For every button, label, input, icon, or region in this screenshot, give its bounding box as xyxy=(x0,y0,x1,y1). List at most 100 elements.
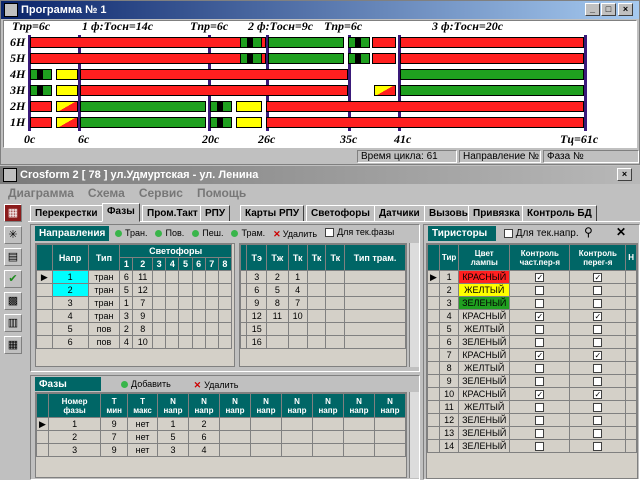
svetofor-cell[interactable]: 11 xyxy=(132,270,154,284)
tram-cell[interactable]: 8 xyxy=(266,296,289,310)
partial-control-checkbox[interactable] xyxy=(509,439,571,453)
svetofor-cell[interactable] xyxy=(178,270,193,284)
table-row[interactable]: 12 11 10 xyxy=(239,309,406,323)
phase-cell[interactable]: 4 xyxy=(187,443,220,457)
program-titlebar[interactable]: Программа № 1 _ □ × xyxy=(1,1,639,19)
table-row[interactable]: 12 ЗЕЛЕНЫЙ xyxy=(427,413,637,427)
partial-control-checkbox[interactable] xyxy=(509,283,571,297)
direction-number[interactable]: 5 xyxy=(51,322,89,336)
phase-cell[interactable]: 5 xyxy=(156,430,189,444)
table-row[interactable]: 5 ЖЕЛТЫЙ xyxy=(427,322,637,336)
tram-cell[interactable] xyxy=(266,322,289,336)
svetofor-cell[interactable] xyxy=(152,296,167,310)
svetofor-cell[interactable] xyxy=(178,322,193,336)
svetofor-cell[interactable] xyxy=(217,309,233,323)
partial-control-checkbox[interactable]: ✓ xyxy=(509,387,571,401)
phase-cell[interactable] xyxy=(280,443,313,457)
direction-type[interactable]: тран xyxy=(87,296,121,310)
table-row[interactable]: 7 КРАСНЫЙ ✓ ✓ xyxy=(427,348,637,362)
lamp-color[interactable]: КРАСНЫЙ xyxy=(458,348,511,362)
close-icon[interactable]: ✕ xyxy=(616,225,626,239)
svetofor-cell[interactable] xyxy=(217,335,233,349)
table-row[interactable]: 321 xyxy=(239,270,406,284)
direction-action-button[interactable]: Трам. xyxy=(231,228,265,238)
crosform-titlebar[interactable]: Crosform 2 [ 78 ] ул.Удмуртская - ул. Ле… xyxy=(0,166,640,184)
tram-cell[interactable] xyxy=(325,309,346,323)
tram-cell[interactable] xyxy=(306,270,327,284)
svetofor-cell[interactable]: 5 xyxy=(119,283,134,297)
overload-control-checkbox[interactable]: ✓ xyxy=(569,387,627,401)
partial-control-checkbox[interactable] xyxy=(509,322,571,336)
phase-cell[interactable]: 3 xyxy=(47,443,102,457)
lamp-color[interactable]: ЖЕЛТЫЙ xyxy=(458,361,511,375)
phase-cell[interactable] xyxy=(311,417,344,431)
phase-cell[interactable]: 1 xyxy=(156,417,189,431)
svetofor-cell[interactable]: 9 xyxy=(132,309,154,323)
lamp-color[interactable]: ЗЕЛЕНЫЙ xyxy=(458,335,511,349)
overload-control-checkbox[interactable] xyxy=(569,361,627,375)
direction-action-button[interactable]: Тран. xyxy=(115,228,147,238)
phase-cell[interactable] xyxy=(373,443,407,457)
table-row[interactable]: 3 тран 1 7 xyxy=(36,296,233,310)
phase-cell[interactable] xyxy=(280,430,313,444)
crosshair-icon[interactable]: ✳ xyxy=(4,226,22,244)
overload-control-checkbox[interactable] xyxy=(569,296,627,310)
svetofor-cell[interactable] xyxy=(152,283,167,297)
phase-cell[interactable] xyxy=(373,430,407,444)
direction-type[interactable]: тран xyxy=(87,309,121,323)
partial-control-checkbox[interactable]: ✓ xyxy=(509,270,571,284)
svetofor-cell[interactable] xyxy=(204,322,219,336)
overload-control-checkbox[interactable] xyxy=(569,283,627,297)
tram-cell[interactable] xyxy=(306,296,327,310)
overload-control-checkbox[interactable]: ✓ xyxy=(569,348,627,362)
tram-cell[interactable] xyxy=(287,322,308,336)
svetofor-cell[interactable] xyxy=(191,283,206,297)
svetofor-cell[interactable] xyxy=(191,309,206,323)
tram-cell[interactable]: 9 xyxy=(246,296,268,310)
direction-number[interactable]: 6 xyxy=(51,335,89,349)
tram-cell[interactable]: 12 xyxy=(246,309,268,323)
current-direction-checkbox[interactable] xyxy=(504,228,513,238)
svetofor-cell[interactable] xyxy=(152,335,167,349)
table-row[interactable]: ▶ 1 тран 6 11 xyxy=(36,270,233,284)
table-row[interactable]: ▶ 1 КРАСНЫЙ ✓ ✓ xyxy=(427,270,637,284)
menu-item[interactable]: Помощь xyxy=(197,186,246,200)
svetofor-cell[interactable] xyxy=(204,283,219,297)
phase-cell[interactable]: 1 xyxy=(47,417,102,431)
tram-cell[interactable] xyxy=(344,335,406,349)
table-row[interactable]: 2 7 нет 5 6 xyxy=(36,430,407,444)
tab[interactable]: РПУ xyxy=(200,205,231,222)
partial-control-checkbox[interactable] xyxy=(509,374,571,388)
lamp-color[interactable]: КРАСНЫЙ xyxy=(458,270,511,284)
svetofor-cell[interactable]: 7 xyxy=(132,296,154,310)
svetofor-cell[interactable] xyxy=(191,296,206,310)
svetofor-cell[interactable]: 8 xyxy=(132,322,154,336)
partial-control-checkbox[interactable] xyxy=(509,413,571,427)
thyristors-check-wrap[interactable]: Для тек.напр. xyxy=(504,228,579,239)
phase-cell[interactable]: нет xyxy=(127,430,158,444)
table-row[interactable]: 987 xyxy=(239,296,406,310)
direction-number[interactable]: 2 xyxy=(51,283,89,297)
svetofor-cell[interactable] xyxy=(165,270,180,284)
tram-cell[interactable] xyxy=(306,322,327,336)
phase-cell[interactable] xyxy=(249,430,282,444)
tram-cell[interactable] xyxy=(344,309,406,323)
svetofor-cell[interactable]: 6 xyxy=(119,270,134,284)
phase-cell[interactable]: 3 xyxy=(156,443,189,457)
table-row[interactable]: 2 тран 5 12 xyxy=(36,283,233,297)
tram-cell[interactable]: 3 xyxy=(246,270,268,284)
svetofor-cell[interactable]: 4 xyxy=(119,335,134,349)
tram-cell[interactable] xyxy=(325,270,346,284)
svetofor-cell[interactable] xyxy=(165,309,180,323)
svetofor-cell[interactable] xyxy=(217,322,233,336)
tram-cell[interactable]: 2 xyxy=(266,270,289,284)
lamp-color[interactable]: ЖЕЛТЫЙ xyxy=(458,283,511,297)
tab[interactable]: Привязка xyxy=(468,205,525,222)
tram-cell[interactable]: 6 xyxy=(246,283,268,297)
phase-cell[interactable] xyxy=(249,417,282,431)
svetofor-cell[interactable] xyxy=(217,296,233,310)
svetofor-cell[interactable] xyxy=(191,335,206,349)
svetofor-cell[interactable] xyxy=(178,309,193,323)
lamp-color[interactable]: КРАСНЫЙ xyxy=(458,309,511,323)
tram-cell[interactable]: 16 xyxy=(246,335,268,349)
